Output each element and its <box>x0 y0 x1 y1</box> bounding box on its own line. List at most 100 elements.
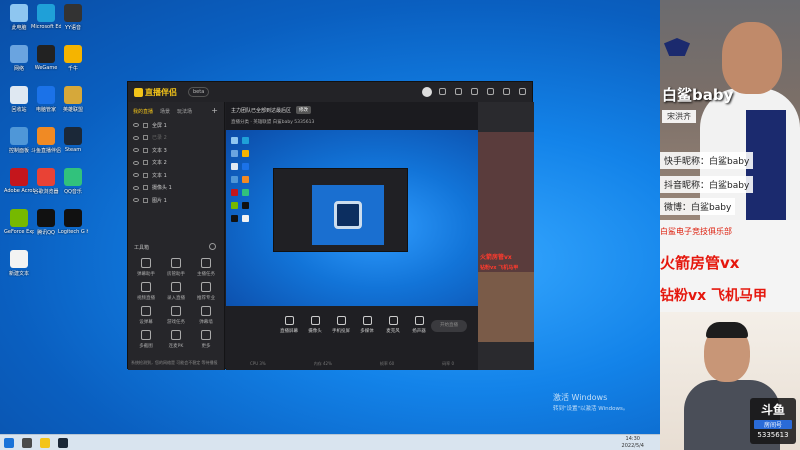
desktop-icon-13[interactable]: 谷歌浏览器 <box>31 168 61 195</box>
tool-item[interactable]: 更多 <box>194 330 218 349</box>
tool-item[interactable]: 推荐专业 <box>194 282 218 301</box>
tool-item[interactable]: 游戏任务 <box>164 306 188 325</box>
layer-item[interactable]: 文本 1 <box>128 169 224 182</box>
toolbar-label: 直播屏幕 <box>280 329 298 334</box>
tab-play[interactable]: 玩法场 <box>177 108 192 115</box>
tool-label: 游戏任务 <box>167 320 185 325</box>
toolbar-item[interactable]: 直播屏幕 <box>276 316 302 334</box>
desktop-icon-4[interactable]: WeGame <box>31 45 61 71</box>
layer-item[interactable]: 文本 3 <box>128 144 224 157</box>
chat-camera-preview <box>478 272 534 342</box>
tab-my-live[interactable]: 我的直播 <box>133 108 153 115</box>
eye-icon[interactable] <box>133 135 139 140</box>
toolbar-icon <box>414 316 424 325</box>
activate-windows-watermark: 激活 Windows 转到"设置"以激活 Windows。 <box>553 392 628 412</box>
edit-room-button[interactable]: 修改 <box>296 106 311 114</box>
layer-item[interactable]: 全屏 1 <box>128 119 224 132</box>
room-title: 主力团队已全部到达最后区 <box>231 108 292 114</box>
tool-item[interactable]: 录入直播 <box>164 282 188 301</box>
desktop-icon-12[interactable]: Adobe Acrobat <box>4 168 34 194</box>
steam-taskbar-icon[interactable] <box>58 438 68 448</box>
eye-icon[interactable] <box>133 123 139 128</box>
desktop-icon-6[interactable]: 回收站 <box>4 86 34 113</box>
tool-item[interactable]: 多截图 <box>134 330 158 349</box>
desktop-icon-0[interactable]: 此电脑 <box>4 4 34 31</box>
eye-icon[interactable] <box>133 173 139 178</box>
desktop-icon-18[interactable]: 新建文本 <box>4 250 34 277</box>
desktop-icon-label: 斗鱼直播伴侣 <box>31 148 61 154</box>
desktop-icon-label: 千牛 <box>67 66 78 72</box>
desktop-icon-label: 此电脑 <box>11 25 27 31</box>
toolbar-item[interactable]: 手机投屏 <box>328 316 354 334</box>
tool-icon <box>201 282 211 292</box>
layer-label: 全屏 1 <box>152 122 167 129</box>
desktop-icon-7[interactable]: 电脑管家 <box>31 86 61 113</box>
desktop-icon-15[interactable]: GeForce Experience <box>4 209 34 235</box>
tool-item[interactable]: 弹幕墙 <box>194 306 218 325</box>
layer-item[interactable]: 已录 2 <box>128 132 224 145</box>
toolbar-label: 麦克风 <box>386 329 400 334</box>
tool-label: 设弹幕 <box>139 320 153 325</box>
tools-settings-icon[interactable] <box>209 243 216 250</box>
start-live-button[interactable]: 开始直播 <box>431 320 467 332</box>
system-clock[interactable]: 14:30 2022/5/4 <box>622 436 644 450</box>
mail-icon[interactable] <box>455 88 462 95</box>
layer-label: 图片 1 <box>152 197 167 204</box>
desktop-icon-14[interactable]: QQ音乐 <box>58 168 88 195</box>
toolbar-icon <box>336 316 346 325</box>
toolbar-item[interactable]: 扬声器 <box>406 316 432 334</box>
add-source-icon[interactable]: + <box>211 106 218 115</box>
start-icon[interactable] <box>4 438 14 448</box>
desktop-icon-8[interactable]: 英雄联盟 <box>58 86 88 113</box>
app-icon <box>64 4 82 22</box>
tool-item[interactable]: 设弹幕 <box>134 306 158 325</box>
tool-label: 录入直播 <box>167 296 185 301</box>
tool-item[interactable]: 房管助手 <box>164 258 188 277</box>
maximize-icon[interactable] <box>503 88 510 95</box>
eye-icon[interactable] <box>133 185 139 190</box>
tab-scene[interactable]: 场景 <box>160 108 170 115</box>
eye-icon[interactable] <box>133 160 139 165</box>
desktop-icon-label: YY语音 <box>64 25 82 31</box>
toolbar-item[interactable]: 麦克风 <box>380 316 406 334</box>
desktop-icon-1[interactable]: Microsoft Edge <box>31 4 61 30</box>
minimize-icon[interactable] <box>487 88 494 95</box>
tool-label: 推荐专业 <box>197 296 215 301</box>
toolbar-item[interactable]: 摄像头 <box>302 316 328 334</box>
layer-type-icon <box>143 197 148 203</box>
desktop-icon-10[interactable]: 斗鱼直播伴侣 <box>31 127 61 154</box>
eye-icon[interactable] <box>133 148 139 153</box>
desktop-icon-16[interactable]: 腾讯QQ <box>31 209 61 236</box>
title-bar[interactable]: 直播伴侣 beta <box>128 82 532 102</box>
toolbar-item[interactable]: 多媒体 <box>354 316 380 334</box>
tool-label: 弹幕墙 <box>199 320 213 325</box>
desktop-icon-17[interactable]: Logitech G HUB <box>58 209 88 235</box>
desktop-icon-9[interactable]: 控制面板 <box>4 127 34 154</box>
task-view-icon[interactable] <box>22 438 32 448</box>
skin-icon[interactable] <box>439 88 446 95</box>
desktop-icon-label: Steam <box>64 147 82 153</box>
eye-icon[interactable] <box>133 198 139 203</box>
folder-icon[interactable] <box>40 438 50 448</box>
user-avatar[interactable] <box>422 87 432 97</box>
tool-item[interactable]: 连麦PK <box>164 330 188 349</box>
tool-label: 更多 <box>201 344 211 349</box>
tool-item[interactable]: 主播任务 <box>194 258 218 277</box>
layer-item[interactable]: 文本 2 <box>128 157 224 170</box>
app-icon <box>10 45 28 63</box>
desktop-icon-3[interactable]: 网络 <box>4 45 34 72</box>
tool-item[interactable]: 视频直播 <box>134 282 158 301</box>
desktop-icon-5[interactable]: 千牛 <box>58 45 88 72</box>
desktop-icon-2[interactable]: YY语音 <box>58 4 88 31</box>
desktop-icon-label: WeGame <box>34 65 58 71</box>
menu-icon[interactable] <box>471 88 478 95</box>
tool-item[interactable]: 弹幕助手 <box>134 258 158 277</box>
live-companion-window: 直播伴侣 beta 我的直播 场景 玩法场 + 全屏 1 已录 2 文本 3 文本 2… <box>127 81 534 370</box>
desktop-icon-11[interactable]: Steam <box>58 127 88 153</box>
live-preview[interactable] <box>226 130 478 306</box>
layer-item[interactable]: 图片 1 <box>128 194 224 207</box>
activate-title: 激活 Windows <box>553 393 608 402</box>
close-icon[interactable] <box>519 88 526 95</box>
layer-item[interactable]: 摄像头 1 <box>128 182 224 195</box>
clock-time: 14:30 <box>625 436 640 442</box>
